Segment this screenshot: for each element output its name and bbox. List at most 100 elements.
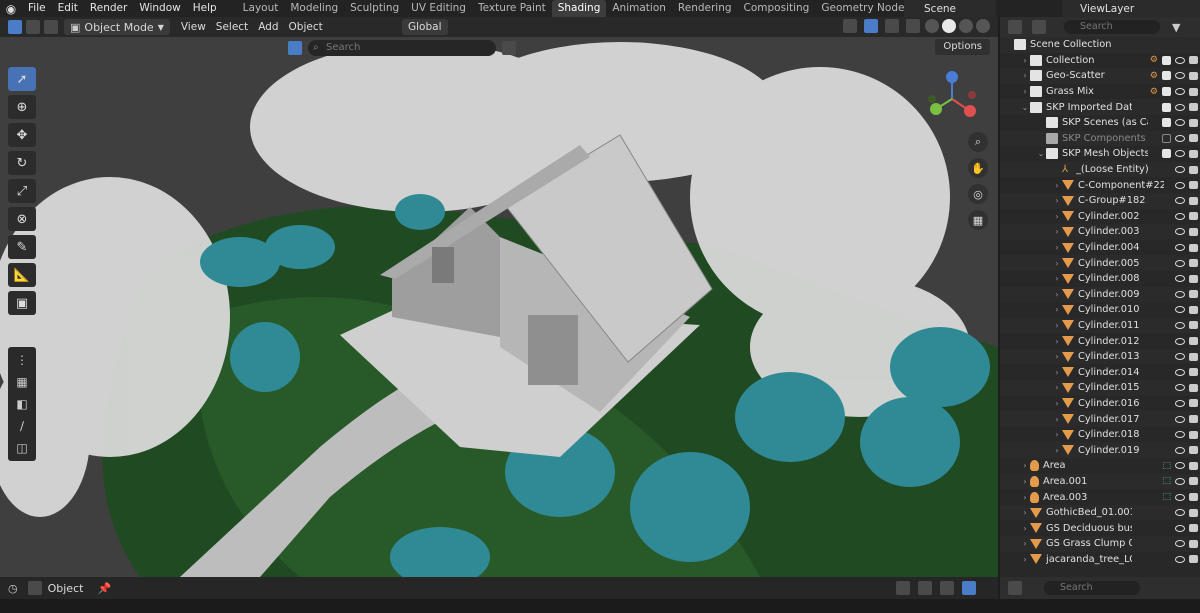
expand-arrow-icon[interactable]: › bbox=[1052, 368, 1062, 377]
panel-tool-icon[interactable]: ◧ bbox=[8, 393, 36, 415]
filter-funnel-icon[interactable] bbox=[502, 41, 516, 55]
eye-icon[interactable] bbox=[1175, 446, 1185, 454]
exclude-checkbox[interactable] bbox=[1162, 71, 1171, 81]
eye-icon[interactable] bbox=[1175, 88, 1185, 96]
expand-arrow-icon[interactable]: › bbox=[1020, 555, 1030, 564]
outliner-row[interactable]: › Collection ⚙ bbox=[1000, 53, 1200, 69]
eye-icon[interactable] bbox=[1175, 509, 1185, 517]
outliner-row[interactable]: › Grass Mix ⚙ bbox=[1000, 84, 1200, 100]
expand-arrow-icon[interactable]: › bbox=[1020, 71, 1030, 80]
outliner-row[interactable]: › Cylinder.004 bbox=[1000, 240, 1200, 256]
scene-selector[interactable]: Scene bbox=[904, 0, 996, 17]
outliner-editor-icon[interactable] bbox=[1008, 20, 1022, 34]
camera-render-icon[interactable] bbox=[1189, 259, 1198, 268]
outliner-row[interactable]: › Cylinder.009 bbox=[1000, 286, 1200, 303]
expand-arrow-icon[interactable]: › bbox=[1020, 56, 1030, 65]
transform-tool-icon[interactable]: ⊗ bbox=[8, 207, 36, 231]
keyframe-icon[interactable] bbox=[896, 581, 910, 595]
cube-tool-icon[interactable]: ◫ bbox=[8, 437, 36, 459]
pin-icon[interactable]: 📌 bbox=[97, 582, 111, 595]
scale-tool-icon[interactable]: ⤢ bbox=[8, 179, 36, 203]
camera-render-icon[interactable] bbox=[1189, 337, 1198, 346]
eye-icon[interactable] bbox=[1175, 212, 1185, 220]
camera-render-icon[interactable] bbox=[1189, 165, 1198, 174]
editor-type-icon[interactable] bbox=[8, 20, 22, 34]
expand-arrow-icon[interactable]: › bbox=[1020, 524, 1030, 533]
viewport-menu-object[interactable]: Object bbox=[284, 19, 328, 35]
perspective-grid-icon[interactable]: ▦ bbox=[968, 210, 988, 230]
menu-render[interactable]: Render bbox=[84, 0, 133, 17]
camera-render-icon[interactable] bbox=[1189, 446, 1198, 455]
view-layer-selector[interactable]: ViewLayer bbox=[1062, 0, 1200, 17]
outliner-row[interactable]: › Cylinder.010 bbox=[1000, 302, 1200, 318]
eye-icon[interactable] bbox=[1175, 353, 1185, 361]
camera-render-icon[interactable] bbox=[1189, 134, 1198, 143]
outliner-row[interactable]: ⅄ _(Loose Entity) bbox=[1000, 161, 1200, 178]
expand-arrow-icon[interactable]: › bbox=[1052, 212, 1062, 221]
navigation-gizmo[interactable] bbox=[922, 69, 982, 129]
outliner-row[interactable]: › Cylinder.014 bbox=[1000, 364, 1200, 380]
solid-shading-icon[interactable] bbox=[942, 19, 956, 33]
expand-arrow-icon[interactable]: › bbox=[1052, 274, 1062, 283]
expand-arrow-icon[interactable]: ⌄ bbox=[1036, 149, 1046, 158]
eye-icon[interactable] bbox=[1175, 477, 1185, 485]
camera-render-icon[interactable] bbox=[1189, 477, 1198, 486]
outliner-row[interactable]: SKP Scenes (as Cam bbox=[1000, 115, 1200, 131]
gizmo-toggle-icon[interactable] bbox=[864, 19, 878, 33]
eye-icon[interactable] bbox=[1175, 72, 1185, 80]
eye-icon[interactable] bbox=[1175, 290, 1185, 298]
eye-icon[interactable] bbox=[1175, 275, 1185, 283]
select-extend-icon[interactable] bbox=[44, 20, 58, 34]
expand-arrow-icon[interactable]: › bbox=[1052, 196, 1062, 205]
menu-file[interactable]: File bbox=[22, 0, 52, 17]
menu-help[interactable]: Help bbox=[187, 0, 223, 17]
outliner-row[interactable]: › C-Component#22 bbox=[1000, 177, 1200, 193]
exclude-checkbox[interactable] bbox=[1162, 55, 1171, 65]
outliner-row[interactable]: › Cylinder.017 bbox=[1000, 411, 1200, 427]
exclude-checkbox[interactable] bbox=[1162, 87, 1171, 97]
expand-arrow-icon[interactable]: › bbox=[1020, 508, 1030, 517]
eye-icon[interactable] bbox=[1175, 134, 1185, 142]
eye-icon[interactable] bbox=[1175, 524, 1185, 532]
expand-arrow-icon[interactable]: › bbox=[1020, 493, 1030, 502]
outliner-row[interactable]: › GS Deciduous bush A 4 bbox=[1000, 520, 1200, 536]
tab-compositing[interactable]: Compositing bbox=[738, 0, 816, 17]
expand-arrow-icon[interactable]: › bbox=[1020, 87, 1030, 96]
outliner-row[interactable]: ⌄ SKP Imported Data bbox=[1000, 99, 1200, 115]
outliner-row[interactable]: › Cylinder.008 bbox=[1000, 271, 1200, 287]
outliner-row[interactable]: › Cylinder.019 bbox=[1000, 442, 1200, 459]
viewport-search-input[interactable]: ⌕ Search bbox=[308, 40, 496, 56]
footer-mode-label[interactable]: Object bbox=[48, 582, 84, 595]
display-mode-icon[interactable] bbox=[1032, 20, 1046, 34]
move-tool-icon[interactable]: ✥ bbox=[8, 123, 36, 147]
eye-icon[interactable] bbox=[1175, 555, 1185, 563]
xray-toggle-icon[interactable] bbox=[906, 19, 920, 33]
tab-geometry-nodes[interactable]: Geometry Nodes bbox=[815, 0, 916, 17]
properties-search-input[interactable]: Search bbox=[1044, 581, 1140, 595]
select-tool-icon[interactable]: ➚ bbox=[8, 67, 36, 91]
eye-icon[interactable] bbox=[1175, 103, 1185, 111]
camera-render-icon[interactable] bbox=[1189, 181, 1198, 190]
expand-arrow-icon[interactable]: › bbox=[1020, 539, 1030, 548]
eye-icon[interactable] bbox=[1175, 181, 1185, 189]
camera-render-icon[interactable] bbox=[1189, 290, 1198, 299]
mode-selector[interactable]: ▣ Object Mode ▼ bbox=[64, 19, 170, 35]
tab-shading[interactable]: Shading bbox=[551, 0, 607, 17]
outliner-row[interactable]: › Cylinder.012 bbox=[1000, 333, 1200, 349]
eye-icon[interactable] bbox=[1175, 368, 1185, 376]
editor-type-icon[interactable] bbox=[27, 581, 42, 595]
expand-arrow-icon[interactable]: › bbox=[1052, 259, 1062, 268]
camera-render-icon[interactable] bbox=[1189, 196, 1198, 205]
tab-animation[interactable]: Animation bbox=[606, 0, 672, 17]
rendered-shading-icon[interactable] bbox=[976, 19, 990, 33]
outliner-row[interactable]: › Area.003 ⬚ bbox=[1000, 489, 1200, 505]
visibility-icon[interactable] bbox=[843, 19, 857, 33]
camera-render-icon[interactable] bbox=[1189, 305, 1198, 314]
transform-orientation-select[interactable]: Global bbox=[402, 19, 448, 35]
rotate-tool-icon[interactable]: ↻ bbox=[8, 151, 36, 175]
eye-icon[interactable] bbox=[1175, 150, 1185, 158]
outliner-row[interactable]: ⌄ SKP Mesh Objects bbox=[1000, 146, 1200, 162]
menu-window[interactable]: Window bbox=[133, 0, 186, 17]
expand-arrow-icon[interactable]: › bbox=[1052, 290, 1062, 299]
outliner-row[interactable]: › Cylinder.011 bbox=[1000, 317, 1200, 334]
